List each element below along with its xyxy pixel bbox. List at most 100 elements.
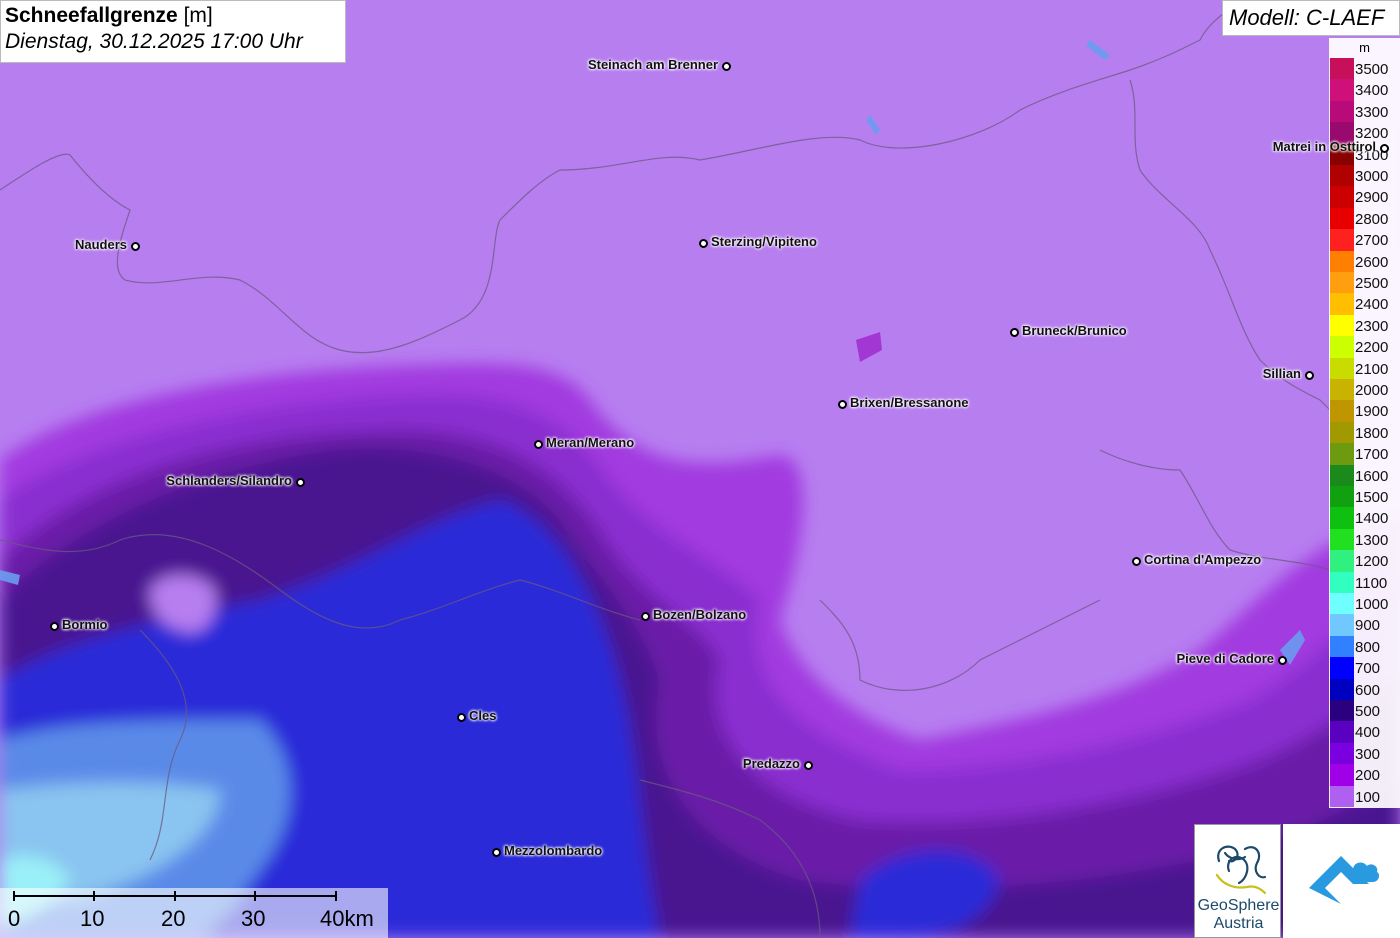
legend-label: 1700: [1355, 446, 1389, 464]
city-label[interactable]: Cortina d'Ampezzo: [1144, 552, 1261, 567]
scale-label-10: 10: [80, 906, 105, 931]
legend-swatch: [1330, 678, 1354, 700]
title-main: Schneefallgrenze: [5, 4, 178, 27]
legend-swatch: [1330, 58, 1354, 80]
legend-swatch: [1330, 593, 1354, 615]
city-label[interactable]: Predazzo: [743, 756, 800, 771]
geosphere-logo[interactable]: GeoSphere Austria: [1194, 824, 1281, 938]
legend-row: 300: [1329, 742, 1400, 765]
legend-swatch: [1330, 550, 1354, 572]
legend-swatch: [1330, 400, 1354, 422]
legend-row: 3500: [1329, 58, 1400, 80]
legend-swatch: [1330, 486, 1354, 508]
city-marker[interactable]: [533, 439, 543, 449]
city-marker[interactable]: [1379, 143, 1389, 153]
legend-label: 2900: [1355, 189, 1389, 207]
legend-label: 1400: [1355, 510, 1389, 528]
legend-swatch: [1330, 742, 1354, 765]
legend-label: 2400: [1355, 296, 1389, 314]
city-label[interactable]: Pieve di Cadore: [1176, 651, 1274, 666]
city-label[interactable]: Cles: [469, 708, 496, 723]
legend-row: 2700: [1329, 229, 1400, 251]
legend-swatch: [1330, 443, 1354, 465]
city-label[interactable]: Sterzing/Vipiteno: [711, 234, 817, 249]
city-label[interactable]: Nauders: [75, 237, 127, 252]
legend-label: 2800: [1355, 210, 1389, 228]
city-label[interactable]: Bormio: [62, 617, 108, 632]
city-marker[interactable]: [803, 760, 813, 770]
legend-label: 500: [1355, 703, 1381, 720]
forecast-date: Dienstag, 30.12.2025 17:00 Uhr: [5, 30, 303, 53]
city-label[interactable]: Schlanders/Silandro: [166, 473, 292, 488]
legend-label: 1000: [1355, 596, 1389, 613]
legend-swatch: [1330, 507, 1354, 529]
city-marker[interactable]: [1304, 370, 1314, 380]
geosphere-country: Austria: [1213, 915, 1264, 932]
legend-row: 200: [1329, 764, 1400, 786]
legend-swatch: [1330, 293, 1354, 315]
city-label[interactable]: Matrei in Osttirol: [1273, 139, 1376, 154]
legend-label: 3300: [1355, 103, 1389, 121]
legend-row: 800: [1329, 635, 1400, 658]
legend-label: 300: [1355, 745, 1381, 763]
city-label[interactable]: Sillian: [1263, 366, 1301, 381]
legend-label: 2700: [1355, 232, 1389, 250]
legend-swatch: [1330, 314, 1354, 337]
legend-label: 2300: [1355, 317, 1389, 335]
title-box: Schneefallgrenze [m] Dienstag, 30.12.202…: [0, 0, 346, 63]
city-label[interactable]: Meran/Merano: [546, 435, 634, 450]
legend-swatch: [1330, 571, 1354, 593]
legend-swatch: [1330, 635, 1354, 658]
city-marker[interactable]: [1277, 655, 1287, 665]
legend-swatch: [1330, 100, 1354, 123]
city-label[interactable]: Brixen/Bressanone: [850, 395, 969, 410]
legend-label: 800: [1355, 638, 1381, 656]
city-marker[interactable]: [130, 241, 140, 251]
legend-row: 2800: [1329, 207, 1400, 230]
legend-row: 700: [1329, 657, 1400, 679]
legend-label: 1600: [1355, 467, 1389, 485]
legend-row: 1600: [1329, 464, 1400, 486]
city-marker[interactable]: [721, 61, 731, 71]
map-title: Schneefallgrenze [m]: [5, 4, 341, 28]
legend-swatch: [1330, 657, 1354, 679]
legend-swatch: [1330, 614, 1354, 636]
legend-label: 3400: [1355, 82, 1389, 100]
legend-label: 900: [1355, 617, 1381, 635]
legend-row: 3300: [1329, 100, 1400, 123]
weather-app-logo[interactable]: [1283, 824, 1400, 938]
legend-row: 2000: [1329, 379, 1400, 401]
snowfall-limit-map[interactable]: [0, 0, 1400, 938]
city-marker[interactable]: [49, 621, 59, 631]
city-marker[interactable]: [1131, 556, 1141, 566]
legend-row: 2200: [1329, 336, 1400, 358]
legend-swatch: [1330, 700, 1354, 722]
legend-swatch: [1330, 464, 1354, 486]
legend-row: 1700: [1329, 443, 1400, 465]
legend-swatch: [1330, 250, 1354, 272]
legend-label: 1900: [1355, 403, 1389, 421]
city-label[interactable]: Steinach am Brenner: [588, 57, 718, 72]
legend-label: 2500: [1355, 275, 1389, 292]
city-marker[interactable]: [295, 477, 305, 487]
city-marker[interactable]: [1009, 327, 1019, 337]
legend-row: 1100: [1329, 571, 1400, 593]
city-marker[interactable]: [640, 611, 650, 621]
legend-row: 1800: [1329, 421, 1400, 444]
city-marker[interactable]: [456, 712, 466, 722]
city-marker[interactable]: [698, 238, 708, 248]
legend-swatch: [1330, 421, 1354, 444]
city-label[interactable]: Bozen/Bolzano: [653, 607, 746, 622]
city-label[interactable]: Bruneck/Brunico: [1022, 323, 1127, 338]
legend-row: 2100: [1329, 357, 1400, 379]
legend-label: 2100: [1355, 360, 1389, 378]
city-marker[interactable]: [837, 399, 847, 409]
scale-label-30: 30: [241, 906, 266, 931]
title-unit: [m]: [183, 4, 213, 27]
city-marker[interactable]: [491, 847, 501, 857]
legend-row: 2400: [1329, 293, 1400, 315]
legend-swatch: [1330, 186, 1354, 208]
legend-swatch: [1330, 379, 1354, 401]
legend-swatch: [1330, 528, 1354, 551]
city-label[interactable]: Mezzolombardo: [504, 843, 602, 858]
